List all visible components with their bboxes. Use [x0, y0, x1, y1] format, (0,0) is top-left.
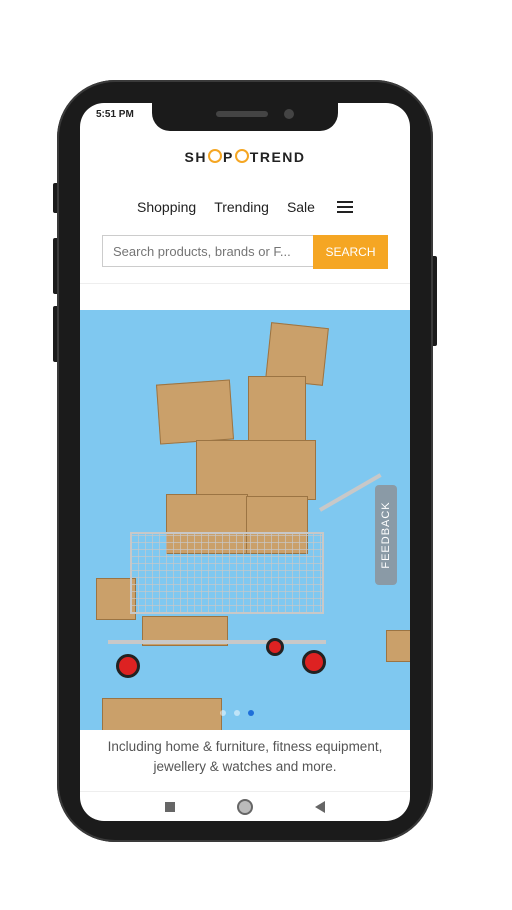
hero-banner[interactable]	[80, 310, 410, 730]
brand-logo-part2: P	[222, 149, 234, 165]
cart-base	[108, 640, 326, 644]
phone-screen: 5:51 PM SH P TREND Shopping Trending Sale …	[80, 103, 410, 821]
hamburger-icon[interactable]	[336, 201, 353, 213]
brand-logo[interactable]: SH P TREND	[80, 149, 410, 165]
wheel-front-right	[302, 650, 326, 674]
recent-apps-icon[interactable]	[165, 802, 175, 812]
search-button[interactable]: SEARCH	[313, 235, 388, 269]
cart-handle	[319, 473, 382, 512]
header-divider	[80, 283, 410, 284]
main-nav: Shopping Trending Sale	[80, 199, 410, 215]
hero-caption: Including home & furniture, fitness equi…	[107, 739, 383, 774]
feedback-tab[interactable]: FEEDBACK	[375, 485, 397, 585]
home-icon[interactable]	[237, 799, 253, 815]
logo-o2-icon	[234, 149, 249, 163]
carousel-indicators	[220, 710, 254, 716]
brand-logo-part1: SH	[184, 149, 207, 165]
feedback-label: FEEDBACK	[380, 501, 392, 569]
carousel-dot[interactable]	[234, 710, 240, 716]
carousel-dot-active[interactable]	[248, 710, 254, 716]
box-upper-right	[248, 376, 306, 444]
search-input[interactable]	[102, 235, 313, 267]
back-icon[interactable]	[315, 801, 325, 813]
box-upper-left	[155, 379, 235, 445]
front-camera	[284, 109, 294, 119]
search-bar: SEARCH	[102, 235, 388, 269]
nav-sale[interactable]: Sale	[287, 199, 315, 215]
phone-notch	[152, 103, 338, 131]
brand-logo-part3: TREND	[249, 149, 306, 165]
nav-shopping[interactable]: Shopping	[137, 199, 196, 215]
wheel-back	[266, 638, 284, 656]
box-foreground	[102, 698, 222, 730]
wheel-front-left	[116, 654, 140, 678]
box-middle	[196, 440, 316, 500]
logo-o-icon	[207, 149, 222, 163]
status-time: 5:51 PM	[96, 109, 134, 120]
carousel-dot[interactable]	[220, 710, 226, 716]
shopping-cart	[130, 532, 324, 614]
speaker-grille	[216, 111, 268, 117]
nav-trending[interactable]: Trending	[214, 199, 269, 215]
box-right-edge	[386, 630, 410, 662]
system-nav-bar	[80, 791, 410, 821]
